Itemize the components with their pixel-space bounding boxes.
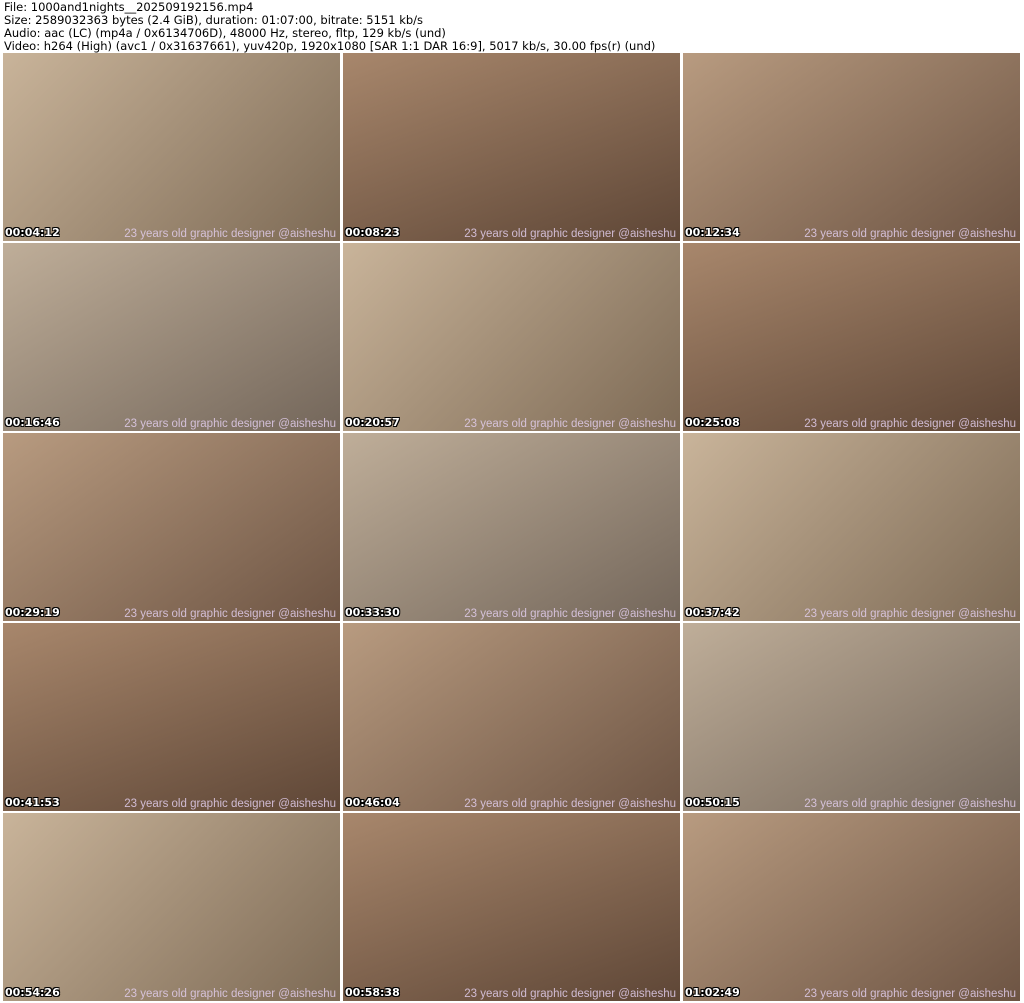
timestamp: 00:54:26 (5, 986, 60, 999)
timestamp: 00:08:23 (345, 226, 400, 239)
video-thumbnail: 00:41:53 23 years old graphic designer @a… (3, 623, 340, 811)
timestamp: 00:50:15 (685, 796, 740, 809)
watermark-text: 23 years old graphic designer @aisheshu (804, 418, 1016, 430)
video-thumbnail: 00:12:34 23 years old graphic designer @a… (683, 53, 1020, 241)
timestamp: 00:20:57 (345, 416, 400, 429)
timestamp: 00:58:38 (345, 986, 400, 999)
file-info-header: File: 1000and1nights__202509192156.mp4 S… (4, 1, 655, 53)
timestamp: 00:41:53 (5, 796, 60, 809)
thumbnail-grid: 00:04:12 23 years old graphic designer @a… (3, 53, 1020, 1001)
watermark-text: 23 years old graphic designer @aisheshu (804, 228, 1016, 240)
watermark-text: 23 years old graphic designer @aisheshu (804, 798, 1016, 810)
watermark-text: 23 years old graphic designer @aisheshu (124, 608, 336, 620)
timestamp: 00:37:42 (685, 606, 740, 619)
video-thumbnail: 00:29:19 23 years old graphic designer @a… (3, 433, 340, 621)
video-thumbnail: 01:02:49 23 years old graphic designer @a… (683, 813, 1020, 1001)
timestamp: 00:12:34 (685, 226, 740, 239)
timestamp: 00:25:08 (685, 416, 740, 429)
video-thumbnail: 00:25:08 23 years old graphic designer @a… (683, 243, 1020, 431)
video-thumbnail: 00:33:30 23 years old graphic designer @a… (343, 433, 680, 621)
video-thumbnail: 00:58:38 23 years old graphic designer @a… (343, 813, 680, 1001)
video-thumbnail: 00:08:23 23 years old graphic designer @a… (343, 53, 680, 241)
watermark-text: 23 years old graphic designer @aisheshu (464, 988, 676, 1000)
watermark-text: 23 years old graphic designer @aisheshu (124, 798, 336, 810)
video-thumbnail: 00:46:04 23 years old graphic designer @a… (343, 623, 680, 811)
watermark-text: 23 years old graphic designer @aisheshu (464, 798, 676, 810)
video-thumbnail: 00:37:42 23 years old graphic designer @a… (683, 433, 1020, 621)
timestamp: 00:33:30 (345, 606, 400, 619)
timestamp: 00:04:12 (5, 226, 60, 239)
video-info: Video: h264 (High) (avc1 / 0x31637661), … (4, 39, 656, 53)
video-thumbnail: 00:20:57 23 years old graphic designer @a… (343, 243, 680, 431)
watermark-text: 23 years old graphic designer @aisheshu (124, 418, 336, 430)
timestamp: 00:46:04 (345, 796, 400, 809)
watermark-text: 23 years old graphic designer @aisheshu (464, 418, 676, 430)
watermark-text: 23 years old graphic designer @aisheshu (464, 228, 676, 240)
watermark-text: 23 years old graphic designer @aisheshu (804, 608, 1016, 620)
video-thumbnail: 00:04:12 23 years old graphic designer @a… (3, 53, 340, 241)
watermark-text: 23 years old graphic designer @aisheshu (124, 988, 336, 1000)
video-thumbnail: 00:50:15 23 years old graphic designer @a… (683, 623, 1020, 811)
timestamp: 01:02:49 (685, 986, 740, 999)
video-thumbnail: 00:54:26 23 years old graphic designer @a… (3, 813, 340, 1001)
watermark-text: 23 years old graphic designer @aisheshu (804, 988, 1016, 1000)
watermark-text: 23 years old graphic designer @aisheshu (464, 608, 676, 620)
timestamp: 00:16:46 (5, 416, 60, 429)
watermark-text: 23 years old graphic designer @aisheshu (124, 228, 336, 240)
timestamp: 00:29:19 (5, 606, 60, 619)
video-thumbnail: 00:16:46 23 years old graphic designer @a… (3, 243, 340, 431)
